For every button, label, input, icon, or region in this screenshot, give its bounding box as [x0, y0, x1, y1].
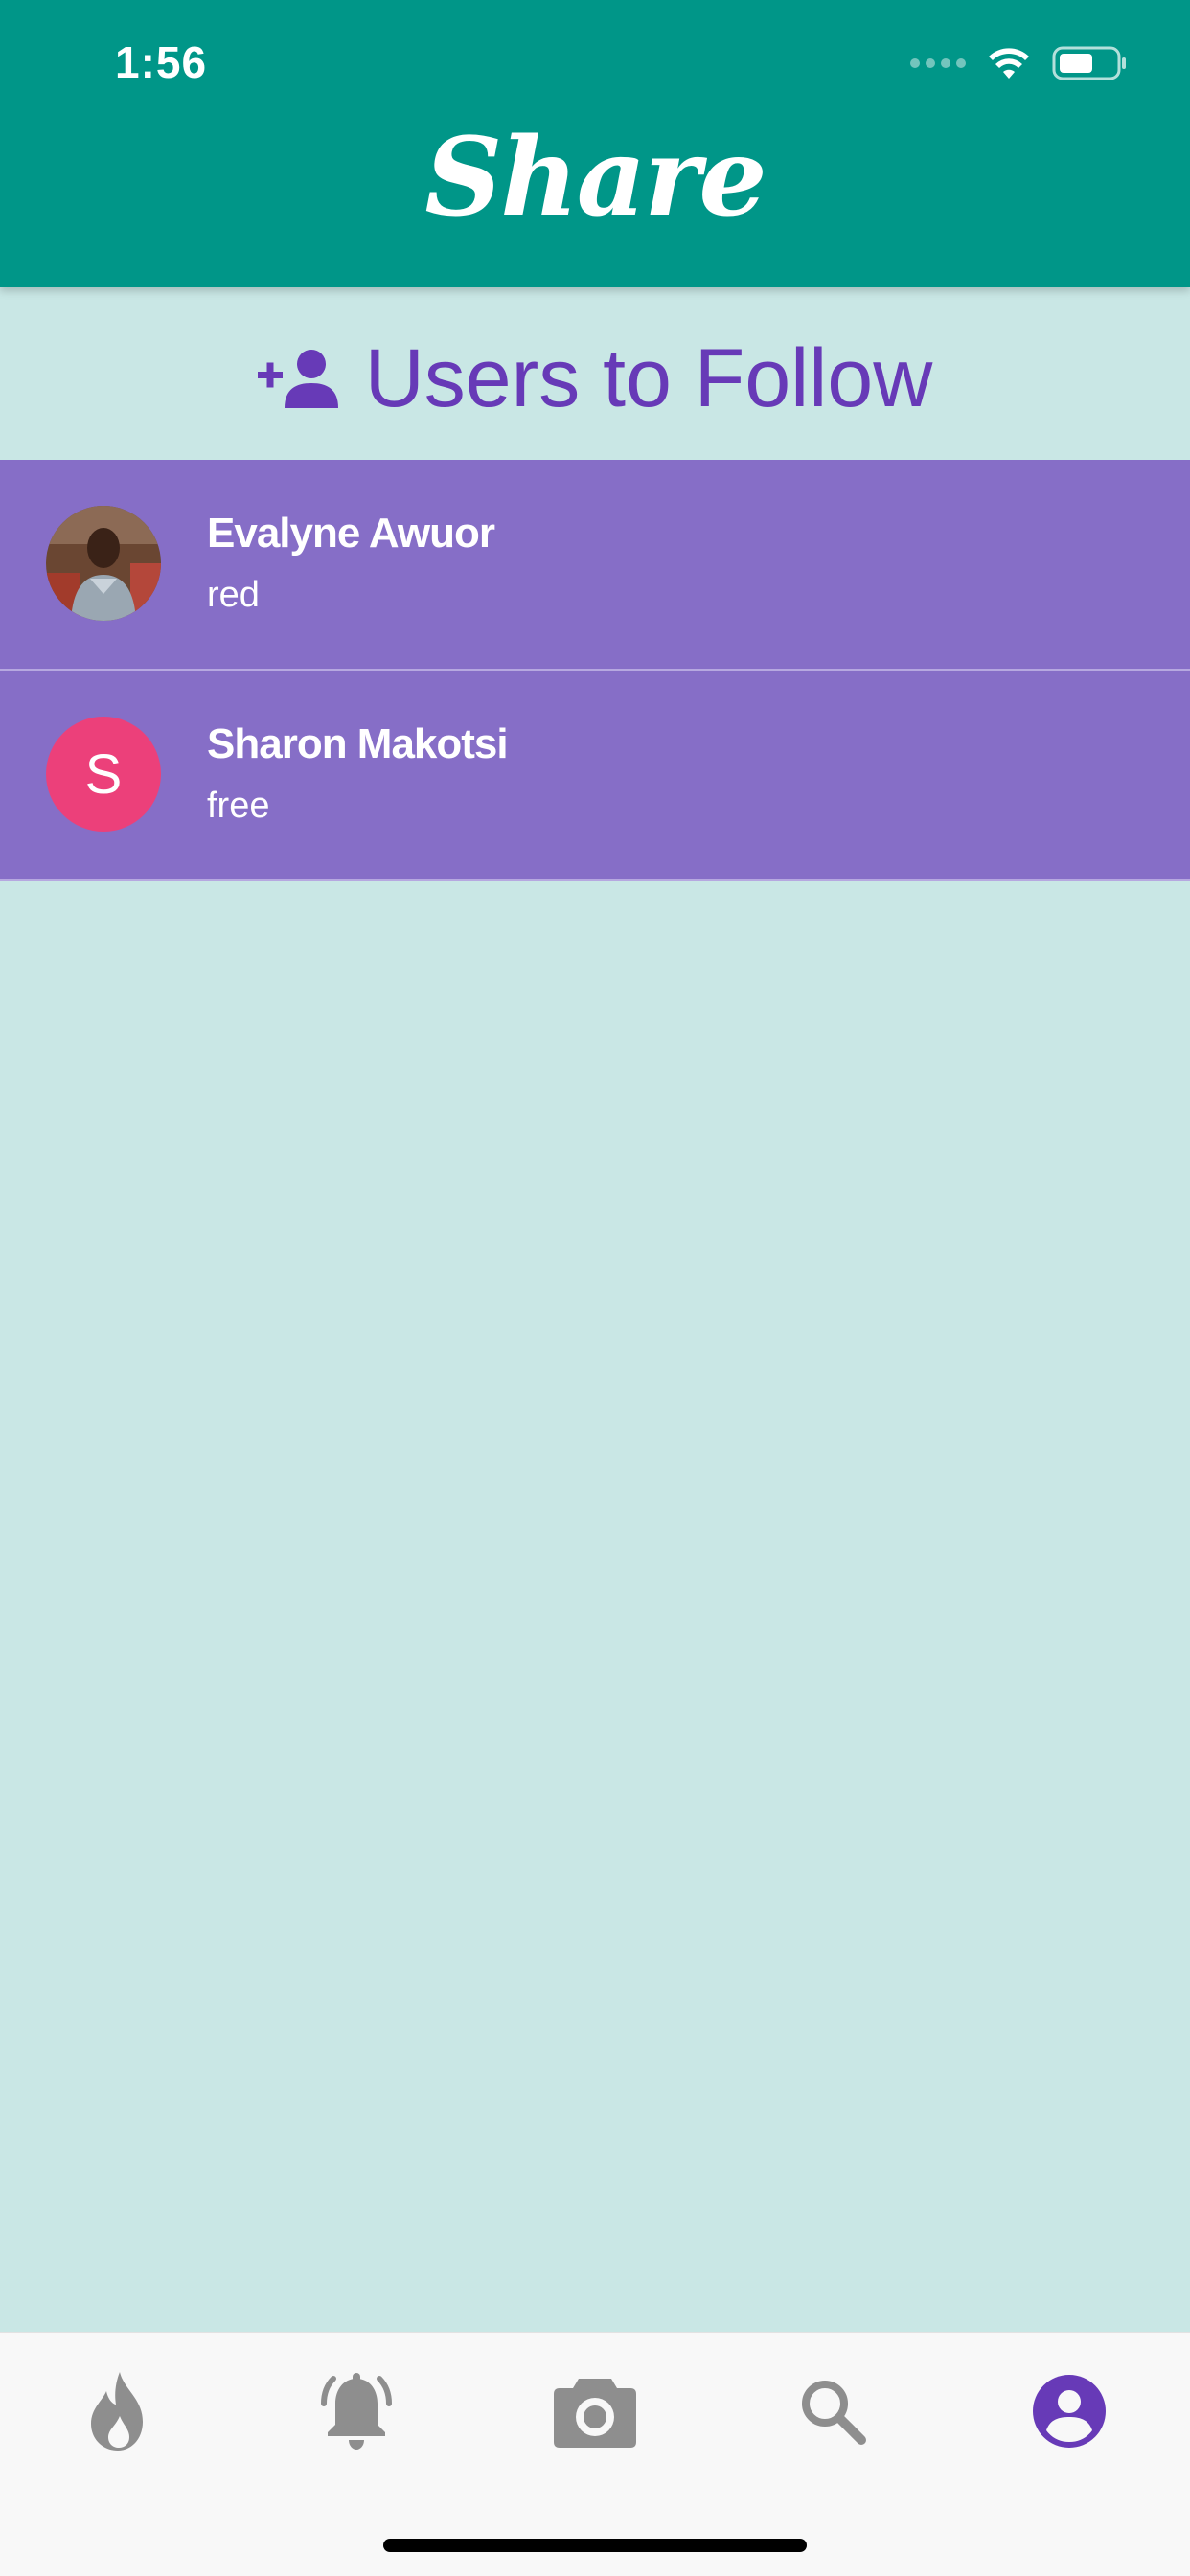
status-time: 1:56 — [115, 37, 208, 87]
user-row[interactable]: S Sharon Makotsi free — [0, 671, 1190, 881]
user-name: Evalyne Awuor — [207, 510, 495, 557]
avatar-photo — [46, 506, 161, 621]
flame-icon — [91, 2372, 143, 2451]
tab-profile[interactable] — [1021, 2363, 1117, 2459]
home-indicator[interactable] — [383, 2539, 807, 2552]
tab-camera[interactable] — [547, 2363, 643, 2459]
app-header: 1:56 Share — [0, 0, 1190, 287]
status-icons — [910, 42, 1129, 84]
camera-icon — [554, 2379, 636, 2448]
user-status: red — [207, 575, 260, 615]
user-row[interactable]: Evalyne Awuor red — [0, 460, 1190, 671]
search-icon — [802, 2381, 866, 2445]
app-title: Share — [424, 115, 767, 240]
section-heading: Users to Follow — [0, 326, 1190, 431]
account-circle-icon — [1033, 2375, 1106, 2448]
tab-notifications[interactable] — [309, 2363, 404, 2459]
user-status: free — [207, 786, 270, 826]
signal-icon — [910, 58, 966, 68]
avatar: S — [46, 717, 161, 832]
wifi-icon — [989, 48, 1029, 79]
battery-icon — [1052, 46, 1126, 80]
avatar — [46, 506, 161, 621]
person-add-icon — [257, 350, 338, 408]
tab-trending[interactable] — [71, 2363, 167, 2459]
section-title: Users to Follow — [364, 331, 933, 424]
bell-icon — [321, 2373, 392, 2450]
tab-search[interactable] — [785, 2363, 881, 2459]
user-name: Sharon Makotsi — [207, 720, 509, 767]
